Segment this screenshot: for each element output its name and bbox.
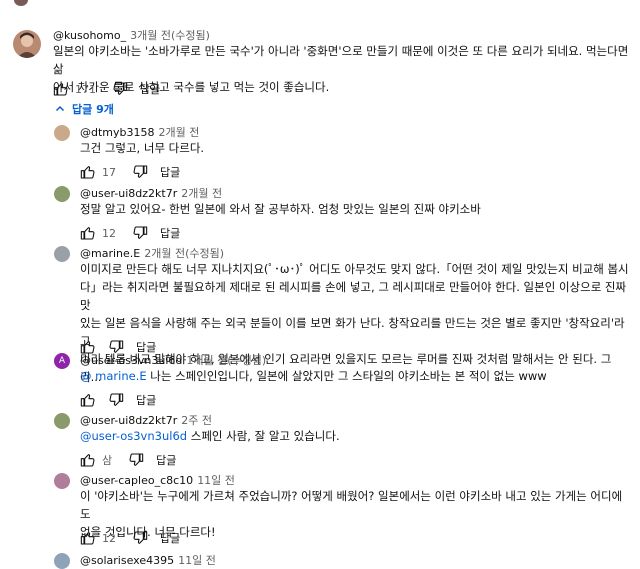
- avatar[interactable]: [54, 186, 70, 202]
- author-name[interactable]: @marine.E: [80, 247, 140, 260]
- comment-author-line: @user-capleo_c8c10 11일 전: [80, 472, 235, 488]
- reply-button[interactable]: 답글: [160, 225, 180, 241]
- timestamp[interactable]: 2개월 전: [181, 187, 222, 200]
- thumbs-down-icon[interactable]: [128, 452, 144, 468]
- comment-text-line: 이 '야키소바'는 누구에게 가르쳐 주었습니까? 어떻게 배웠어? 일본에서는…: [80, 487, 630, 523]
- mention-link[interactable]: @user-os3vn3ul6d: [80, 429, 187, 443]
- replies-toggle-label: 답글 9개: [72, 103, 114, 116]
- avatar[interactable]: [13, 30, 41, 58]
- avatar[interactable]: [54, 125, 70, 141]
- comment-author-line: @marine.E 2개월 전(수정됨): [80, 245, 224, 261]
- comment-author-line: @solarisexe4395 11일 전: [80, 552, 216, 568]
- comment-text-fragment: 이미지로 만든다 해도 너무 지나치지요(ﾟ･ω･)ﾟ 어디도 아무것도 맞지 …: [80, 262, 629, 276]
- timestamp[interactable]: 2주 전: [181, 414, 212, 427]
- timestamp[interactable]: 2개월 전: [159, 126, 200, 139]
- comment-text-line: 이미지로 만든다 해도 너무 지나치지요(ﾟ･ω･)ﾟ 어디도 아무것도 맞지 …: [80, 260, 630, 278]
- comment-actions: 171 답글: [53, 80, 160, 98]
- comment-text-fragment: 있는 일본 음식을 사랑해 주는 외국 분들이 이를 보면 화가 난다. 창작요…: [80, 316, 625, 348]
- author-name[interactable]: @user-ui8dz2kt7r: [80, 187, 177, 200]
- comment-author-line: @dtmyb3158 2개월 전: [80, 124, 199, 140]
- thumbs-down-icon[interactable]: [132, 164, 148, 180]
- comment-text-fragment: 정말 알고 있어요- 한번 일본에 와서 잘 공부하자. 엄청 맛있는 일본의 …: [80, 202, 481, 216]
- comment-text-line: 정말 알고 있어요- 한번 일본에 와서 잘 공부하자. 엄청 맛있는 일본의 …: [80, 200, 630, 218]
- comment-text-fragment: 그건 그렇고, 너무 다르다.: [80, 141, 205, 155]
- comment-text-line: @ marine.E 나는 스페인인입니다, 일본에 살았지만 그 스타일의 야…: [80, 367, 630, 385]
- like-count: 삼: [102, 454, 113, 467]
- avatar: [14, 0, 28, 6]
- comment-text-line: 일본의 야키소바는 '소바가루로 만든 국수'가 아니라 '중화면'으로 만들기…: [53, 44, 629, 76]
- comment-actions: 12 답글: [80, 529, 180, 547]
- comment-actions: 삼 답글: [80, 451, 176, 469]
- thumbs-up-icon[interactable]: [80, 225, 96, 241]
- comment-text: 그건 그렇고, 너무 다르다.: [80, 139, 630, 157]
- author-name[interactable]: @user-ui8dz2kt7r: [80, 414, 177, 427]
- thumbs-down-icon[interactable]: [132, 530, 148, 546]
- comment-text-fragment: 스페인 사람, 잘 알고 있습니다.: [187, 429, 340, 443]
- avatar[interactable]: [54, 246, 70, 262]
- avatar[interactable]: [54, 413, 70, 429]
- reply-button[interactable]: 답글: [136, 392, 156, 408]
- comment-text-fragment: 나는 스페인인입니다, 일본에 살았지만 그 스타일의 야키소바는 본 적이 없…: [146, 369, 547, 383]
- thumbs-down-icon[interactable]: [132, 225, 148, 241]
- comment-text-line: 있는 일본 음식을 사랑해 주는 외국 분들이 이를 보면 화가 난다. 창작요…: [80, 314, 630, 350]
- thumbs-up-icon[interactable]: [80, 392, 96, 408]
- thumbs-down-icon[interactable]: [108, 392, 124, 408]
- author-name[interactable]: @dtmyb3158: [80, 126, 155, 139]
- replies-toggle[interactable]: 답글 9개: [54, 101, 114, 117]
- avatar-image: [13, 30, 41, 58]
- comment-text-fragment: 다」라는 취지라면 불필요하게 제대로 된 레시피를 손에 넣고, 그 레시피대…: [80, 280, 627, 312]
- avatar[interactable]: [54, 473, 70, 489]
- comment-text: 정말 알고 있어요- 한번 일본에 와서 잘 공부하자. 엄청 맛있는 일본의 …: [80, 200, 630, 218]
- comment-author-line: @kusohomo_ 3개월 전(수정됨): [53, 27, 210, 43]
- timestamp[interactable]: 3개월 전(수정됨): [130, 29, 210, 42]
- comment-actions: 12 답글: [80, 224, 180, 242]
- thumbs-up-icon[interactable]: [80, 164, 96, 180]
- previous-comment-edge: [0, 0, 640, 7]
- reply-button[interactable]: 답글: [140, 81, 160, 97]
- comment-text-line: 다」라는 취지라면 불필요하게 제대로 된 레시피를 손에 넣고, 그 레시피대…: [80, 278, 630, 314]
- author-name[interactable]: @user-capleo_c8c10: [80, 474, 193, 487]
- comment-text-line: @user-os3vn3ul6d 스페인 사람, 잘 알고 있습니다.: [80, 427, 630, 445]
- like-count: 171: [75, 82, 96, 96]
- timestamp[interactable]: 11일 전: [197, 474, 235, 487]
- avatar[interactable]: A: [54, 353, 70, 369]
- comment-actions: 답글: [80, 391, 156, 409]
- comment-author-line: @user-ui8dz2kt7r 2주 전: [80, 412, 212, 428]
- mention-link[interactable]: @ marine.E: [80, 369, 147, 383]
- thumbs-down-icon[interactable]: [112, 81, 128, 97]
- chevron-up-icon: [55, 105, 65, 112]
- author-name[interactable]: @solarisexe4395: [80, 554, 174, 567]
- comment-text: @ marine.E 나는 스페인인입니다, 일본에 살았지만 그 스타일의 야…: [80, 367, 630, 385]
- comment-text: @user-os3vn3ul6d 스페인 사람, 잘 알고 있습니다.: [80, 427, 630, 445]
- comment-text-fragment: 이 '야키소바'는 누구에게 가르쳐 주었습니까? 어떻게 배웠어? 일본에서는…: [80, 489, 623, 521]
- timestamp[interactable]: 1개월 전(수정됨): [186, 354, 266, 367]
- thumbs-up-icon[interactable]: [53, 81, 69, 97]
- comment-author-line: @user-os3vn3ul6d 1개월 전(수정됨): [80, 352, 266, 368]
- reply-button[interactable]: 답글: [156, 452, 176, 468]
- reply-button[interactable]: 답글: [160, 530, 180, 546]
- comment-author-line: @user-ui8dz2kt7r 2개월 전: [80, 185, 222, 201]
- avatar-letter: A: [58, 356, 66, 366]
- comment-text-line: 그건 그렇고, 너무 다르다.: [80, 139, 630, 157]
- thumbs-up-icon[interactable]: [80, 452, 96, 468]
- author-name[interactable]: @kusohomo_: [53, 29, 126, 42]
- thumbs-up-icon[interactable]: [80, 530, 96, 546]
- like-count: 17: [102, 165, 116, 179]
- comment-actions: 17 답글: [80, 163, 180, 181]
- timestamp[interactable]: 11일 전: [178, 554, 216, 567]
- reply-button[interactable]: 답글: [160, 164, 180, 180]
- avatar[interactable]: [54, 553, 70, 569]
- like-count: 12: [102, 226, 116, 240]
- like-count: 12: [102, 531, 116, 545]
- author-name[interactable]: @user-os3vn3ul6d: [80, 354, 182, 367]
- timestamp[interactable]: 2개월 전(수정됨): [144, 247, 224, 260]
